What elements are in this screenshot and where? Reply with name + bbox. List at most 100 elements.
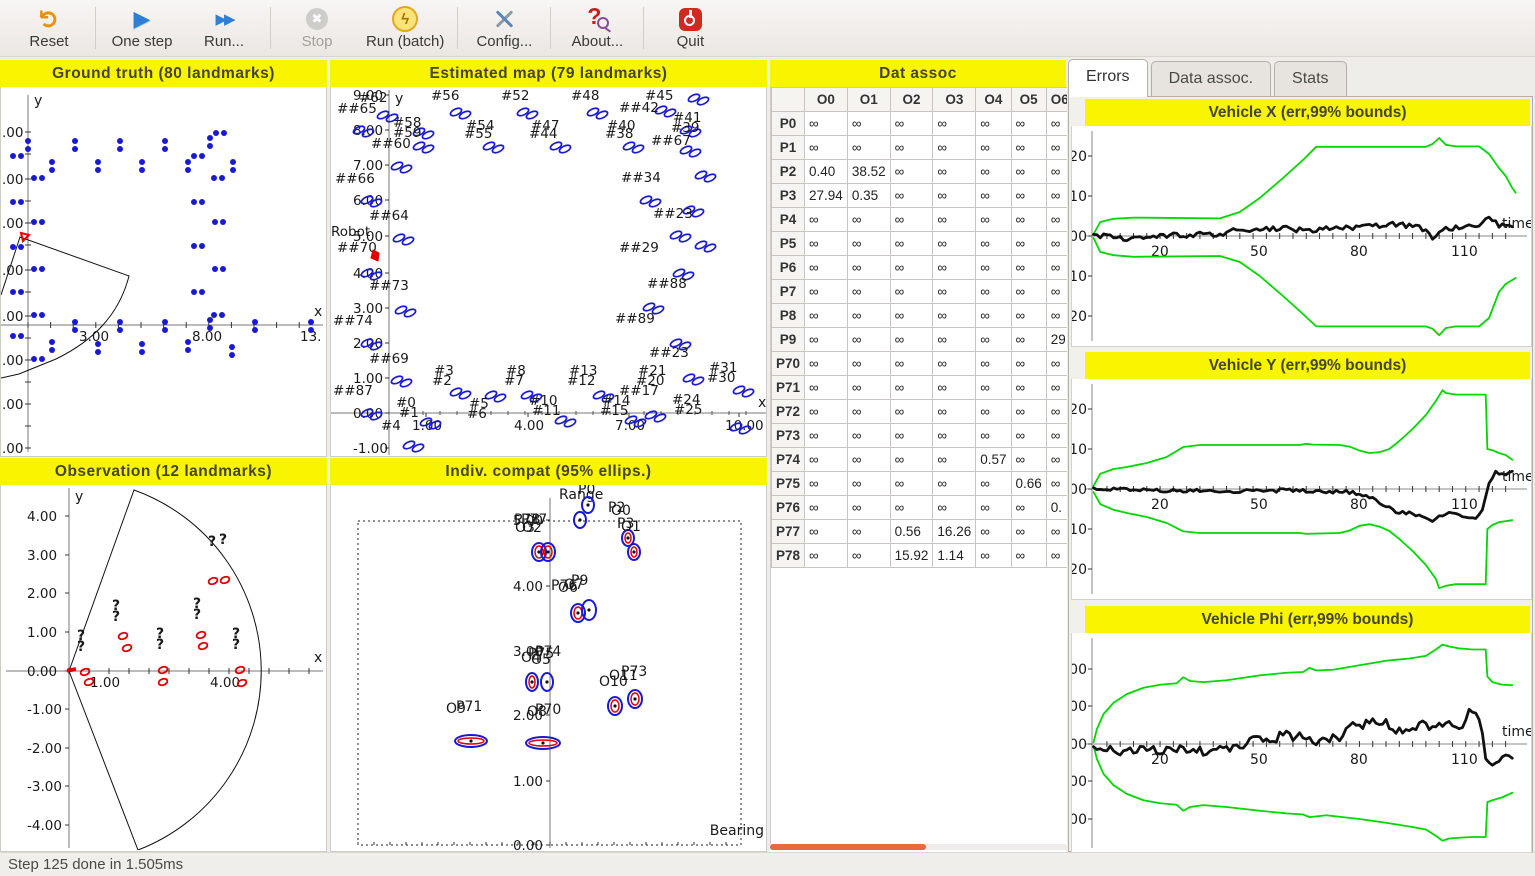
cell-P8-O6[interactable]: ∞ (1046, 304, 1067, 328)
row-header-P76[interactable]: P76 (772, 496, 805, 520)
row-header-P2[interactable]: P2 (772, 160, 805, 184)
cell-P0-O0[interactable]: ∞ (805, 112, 848, 136)
cell-P70-O3[interactable]: ∞ (933, 352, 976, 376)
cell-P78-O4[interactable]: ∞ (976, 544, 1011, 568)
cell-P6-O3[interactable]: ∞ (933, 256, 976, 280)
cell-P78-O0[interactable]: ∞ (805, 544, 848, 568)
cell-P70-O4[interactable]: ∞ (976, 352, 1011, 376)
cell-P2-O3[interactable]: ∞ (933, 160, 976, 184)
cell-P76-O2[interactable]: ∞ (890, 496, 933, 520)
one-step-button[interactable]: ▶One step (101, 2, 183, 54)
cell-P74-O2[interactable]: ∞ (890, 448, 933, 472)
cell-P71-O1[interactable]: ∞ (847, 376, 890, 400)
row-header-P3[interactable]: P3 (772, 184, 805, 208)
column-header-O4[interactable]: O4 (976, 88, 1011, 112)
cell-P0-O2[interactable]: ∞ (890, 112, 933, 136)
cell-P6-O5[interactable]: ∞ (1011, 256, 1046, 280)
cell-P71-O3[interactable]: ∞ (933, 376, 976, 400)
cell-P8-O2[interactable]: ∞ (890, 304, 933, 328)
row-header-P75[interactable]: P75 (772, 472, 805, 496)
cell-P6-O6[interactable]: ∞ (1046, 256, 1067, 280)
cell-P0-O4[interactable]: ∞ (976, 112, 1011, 136)
cell-P71-O5[interactable]: ∞ (1011, 376, 1046, 400)
cell-P70-O6[interactable]: ∞ (1046, 352, 1067, 376)
cell-P3-O6[interactable]: ∞ (1046, 184, 1067, 208)
cell-P78-O3[interactable]: 1.14 (933, 544, 976, 568)
tab-data-assoc[interactable]: Data assoc. (1151, 61, 1271, 97)
cell-P73-O2[interactable]: ∞ (890, 424, 933, 448)
cell-P9-O5[interactable]: ∞ (1011, 328, 1046, 352)
cell-P78-O2[interactable]: 15.92 (890, 544, 933, 568)
cell-P4-O2[interactable]: ∞ (890, 208, 933, 232)
row-header-P6[interactable]: P6 (772, 256, 805, 280)
cell-P1-O2[interactable]: ∞ (890, 136, 933, 160)
cell-P3-O5[interactable]: ∞ (1011, 184, 1046, 208)
cell-P0-O6[interactable]: ∞ (1046, 112, 1067, 136)
cell-P3-O4[interactable]: ∞ (976, 184, 1011, 208)
cell-P2-O6[interactable]: ∞ (1046, 160, 1067, 184)
cell-P5-O4[interactable]: ∞ (976, 232, 1011, 256)
row-header-P73[interactable]: P73 (772, 424, 805, 448)
cell-P8-O5[interactable]: ∞ (1011, 304, 1046, 328)
cell-P74-O3[interactable]: ∞ (933, 448, 976, 472)
cell-P76-O5[interactable]: ∞ (1011, 496, 1046, 520)
cell-P1-O1[interactable]: ∞ (847, 136, 890, 160)
column-header-O5[interactable]: O5 (1011, 88, 1046, 112)
cell-P4-O0[interactable]: ∞ (805, 208, 848, 232)
cell-P5-O1[interactable]: ∞ (847, 232, 890, 256)
row-header-P5[interactable]: P5 (772, 232, 805, 256)
row-header-P74[interactable]: P74 (772, 448, 805, 472)
row-header-P0[interactable]: P0 (772, 112, 805, 136)
tab-errors[interactable]: Errors (1068, 59, 1148, 97)
cell-P76-O3[interactable]: ∞ (933, 496, 976, 520)
cell-P6-O0[interactable]: ∞ (805, 256, 848, 280)
cell-P72-O5[interactable]: ∞ (1011, 400, 1046, 424)
cell-P74-O5[interactable]: ∞ (1011, 448, 1046, 472)
cell-P5-O5[interactable]: ∞ (1011, 232, 1046, 256)
cell-P73-O5[interactable]: ∞ (1011, 424, 1046, 448)
cell-P8-O4[interactable]: ∞ (976, 304, 1011, 328)
cell-P73-O0[interactable]: ∞ (805, 424, 848, 448)
cell-P77-O3[interactable]: 16.26 (933, 520, 976, 544)
tab-stats[interactable]: Stats (1274, 61, 1346, 97)
quit-button[interactable]: Quit (649, 2, 731, 54)
cell-P3-O0[interactable]: 27.94 (805, 184, 848, 208)
row-header-P70[interactable]: P70 (772, 352, 805, 376)
cell-P78-O6[interactable]: ∞ (1046, 544, 1067, 568)
cell-P8-O3[interactable]: ∞ (933, 304, 976, 328)
cell-P71-O0[interactable]: ∞ (805, 376, 848, 400)
reset-button[interactable]: ↺Reset (8, 2, 90, 54)
cell-P74-O0[interactable]: ∞ (805, 448, 848, 472)
cell-P76-O6[interactable]: 0. (1046, 496, 1067, 520)
run-batch-button[interactable]: ϟRun (batch) (358, 2, 452, 54)
cell-P2-O0[interactable]: 0.40 (805, 160, 848, 184)
column-header-O3[interactable]: O3 (933, 88, 976, 112)
cell-P2-O5[interactable]: ∞ (1011, 160, 1046, 184)
cell-P72-O6[interactable]: ∞ (1046, 400, 1067, 424)
cell-P4-O4[interactable]: ∞ (976, 208, 1011, 232)
cell-P8-O1[interactable]: ∞ (847, 304, 890, 328)
cell-P74-O6[interactable]: ∞ (1046, 448, 1067, 472)
row-header-P1[interactable]: P1 (772, 136, 805, 160)
run-button[interactable]: ▶▶Run... (183, 2, 265, 54)
cell-P77-O1[interactable]: ∞ (847, 520, 890, 544)
cell-P75-O5[interactable]: 0.66 (1011, 472, 1046, 496)
row-header-P78[interactable]: P78 (772, 544, 805, 568)
cell-P4-O1[interactable]: ∞ (847, 208, 890, 232)
cell-P7-O0[interactable]: ∞ (805, 280, 848, 304)
cell-P77-O4[interactable]: ∞ (976, 520, 1011, 544)
cell-P75-O2[interactable]: ∞ (890, 472, 933, 496)
cell-P7-O4[interactable]: ∞ (976, 280, 1011, 304)
cell-P2-O2[interactable]: ∞ (890, 160, 933, 184)
cell-P7-O6[interactable]: ∞ (1046, 280, 1067, 304)
cell-P75-O3[interactable]: ∞ (933, 472, 976, 496)
cell-P77-O2[interactable]: 0.56 (890, 520, 933, 544)
cell-P70-O0[interactable]: ∞ (805, 352, 848, 376)
row-header-P7[interactable]: P7 (772, 280, 805, 304)
cell-P70-O5[interactable]: ∞ (1011, 352, 1046, 376)
cell-P7-O3[interactable]: ∞ (933, 280, 976, 304)
cell-P8-O0[interactable]: ∞ (805, 304, 848, 328)
cell-P7-O5[interactable]: ∞ (1011, 280, 1046, 304)
cell-P9-O1[interactable]: ∞ (847, 328, 890, 352)
cell-P2-O4[interactable]: ∞ (976, 160, 1011, 184)
